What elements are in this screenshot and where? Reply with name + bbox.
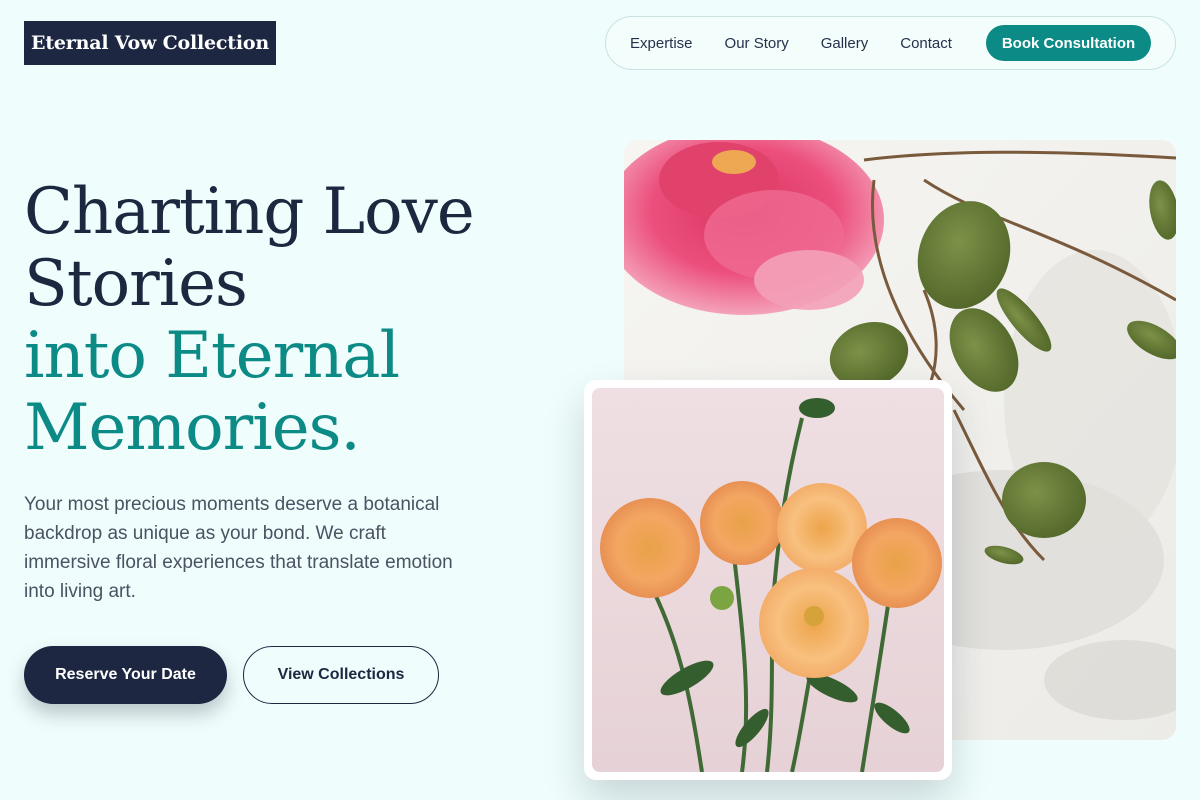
nav-link-our-story[interactable]: Our Story (725, 35, 789, 52)
dahlia-bouquet-photo (592, 388, 944, 772)
headline-line-1: Charting Love (24, 175, 475, 249)
peony-flower (624, 140, 884, 315)
headline-line-4: Memories. (24, 391, 361, 465)
nav-link-contact[interactable]: Contact (900, 35, 952, 52)
main-nav: Expertise Our Story Gallery Contact Book… (605, 16, 1176, 70)
book-consultation-button[interactable]: Book Consultation (986, 25, 1151, 61)
hero-description: Your most precious moments deserve a bot… (24, 494, 453, 602)
hero-headline: Charting Love Stories into Eternal Memor… (24, 176, 564, 464)
brand-logo[interactable]: Eternal Vow Collection (24, 21, 276, 65)
headline-line-3: into Eternal (24, 319, 400, 393)
view-collections-button[interactable]: View Collections (243, 646, 439, 704)
nav-link-expertise[interactable]: Expertise (630, 35, 693, 52)
headline-line-2: Stories (24, 247, 248, 321)
brand-name: Eternal Vow Collection (31, 32, 269, 54)
nav-link-gallery[interactable]: Gallery (821, 35, 869, 52)
inset-photo-frame (584, 380, 952, 780)
reserve-date-button[interactable]: Reserve Your Date (24, 646, 227, 704)
